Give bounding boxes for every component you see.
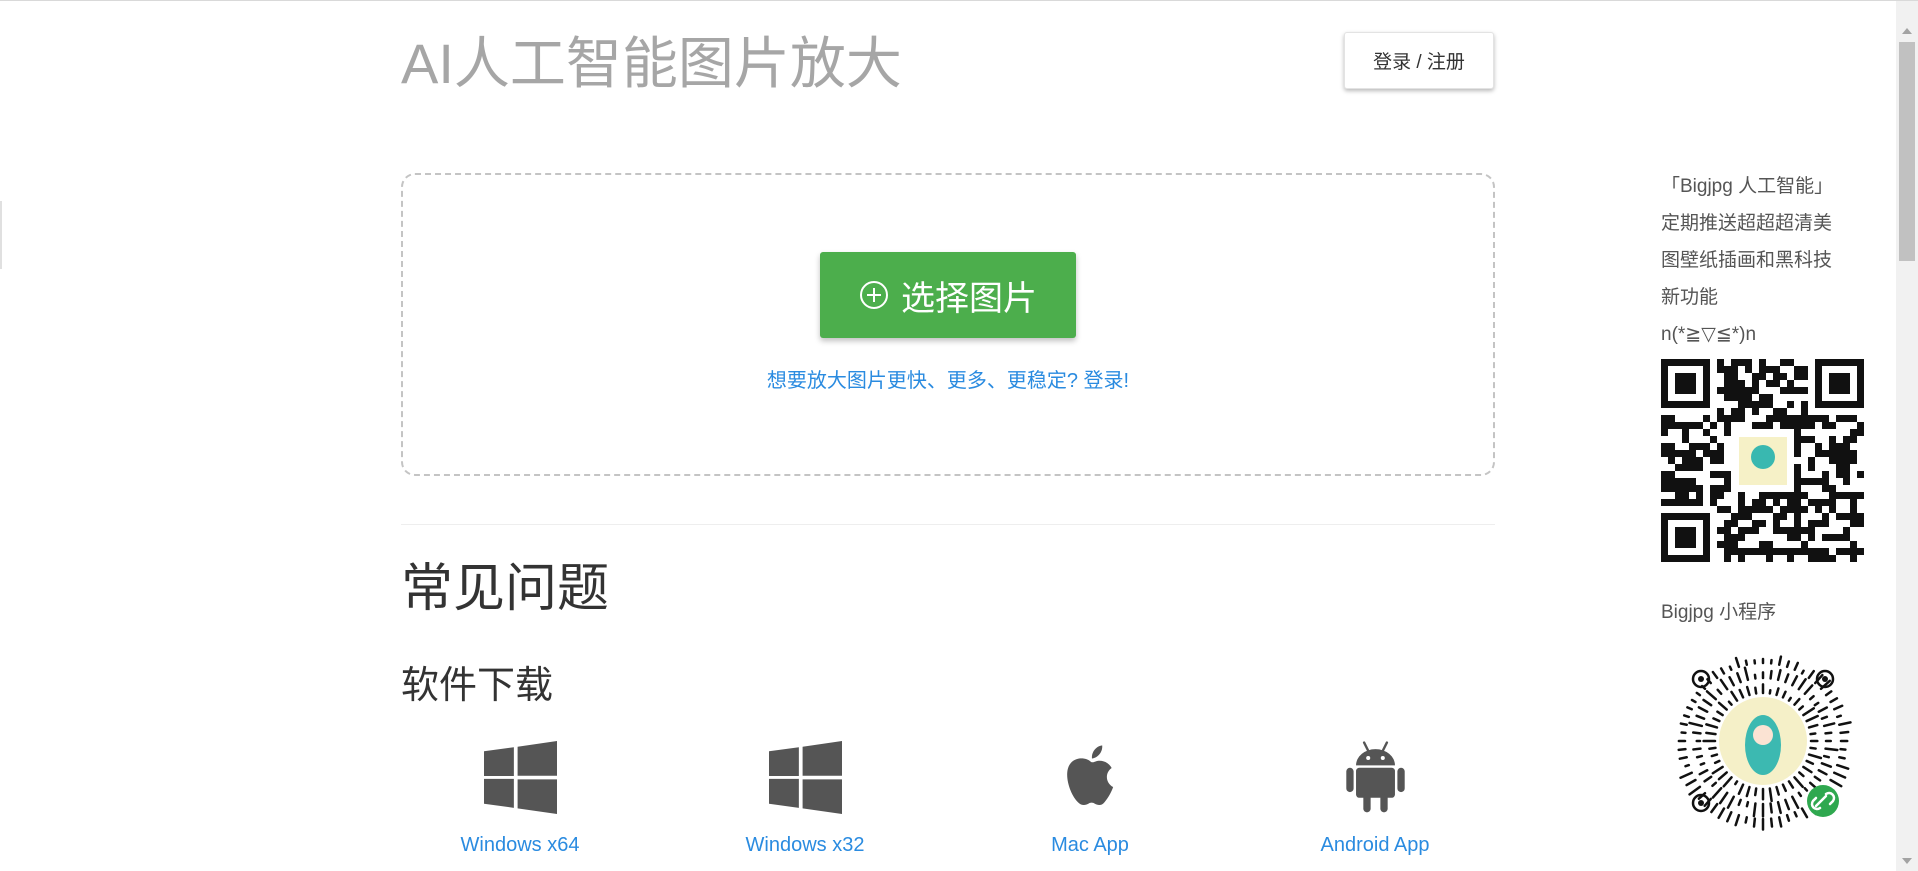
scroll-up-arrow-icon[interactable]: [1902, 28, 1912, 34]
software-download-title: 软件下载: [401, 665, 554, 707]
faq-title: 常见问题: [401, 560, 610, 618]
scroll-down-arrow-icon[interactable]: [1902, 858, 1912, 864]
vertical-scrollbar[interactable]: [1896, 1, 1918, 871]
download-label: Android App: [1320, 834, 1430, 856]
android-icon: [1345, 741, 1405, 813]
upgrade-login-link-row: 想要放大图片更快、更多、更稳定? 登录!: [401, 364, 1495, 393]
login-register-button[interactable]: 登录 / 注册: [1344, 32, 1494, 89]
apple-icon: [1066, 745, 1113, 805]
download-label: Windows x64: [460, 834, 580, 856]
windows-icon: [768, 741, 842, 814]
download-android-app[interactable]: Android App: [1275, 741, 1475, 857]
scrollbar-thumb[interactable]: [1899, 42, 1915, 261]
wechat-qr-code: [1661, 359, 1864, 562]
left-edge-strip: [0, 201, 2, 269]
download-windows-x64[interactable]: Windows x64: [420, 741, 620, 857]
page-title: AI人工智能图片放大: [401, 32, 902, 95]
promo-line: 新功能: [1661, 287, 1719, 308]
promo-line: 定期推送超超超清美: [1661, 213, 1833, 234]
windows-icon: [483, 741, 557, 814]
promo-line: 图壁纸插画和黑科技: [1661, 250, 1833, 271]
mini-program-code: [1677, 655, 1852, 831]
wechat-promo-text: 「Bigjpg 人工智能」 定期推送超超超清美 图壁纸插画和黑科技 新功能 n(…: [1661, 168, 1861, 353]
page: AI人工智能图片放大 登录 / 注册 选择图片 想要放大图片更快、更多、更稳定?…: [0, 0, 1918, 871]
download-label: Mac App: [1051, 834, 1129, 856]
promo-line: 「Bigjpg 人工智能」: [1661, 176, 1834, 197]
choose-image-label: 选择图片: [901, 279, 1037, 318]
upgrade-login-link[interactable]: 想要放大图片更快、更多、更稳定? 登录!: [767, 370, 1129, 392]
download-label: Windows x32: [745, 834, 865, 856]
promo-line: n(*≧▽≦*)n: [1661, 324, 1757, 345]
mini-program-label: Bigjpg 小程序: [1661, 602, 1777, 623]
download-windows-x32[interactable]: Windows x32: [705, 741, 905, 857]
section-divider: [401, 524, 1495, 525]
download-mac-app[interactable]: Mac App: [990, 741, 1190, 857]
add-circle-icon: [860, 281, 888, 309]
choose-image-button[interactable]: 选择图片: [820, 252, 1076, 338]
